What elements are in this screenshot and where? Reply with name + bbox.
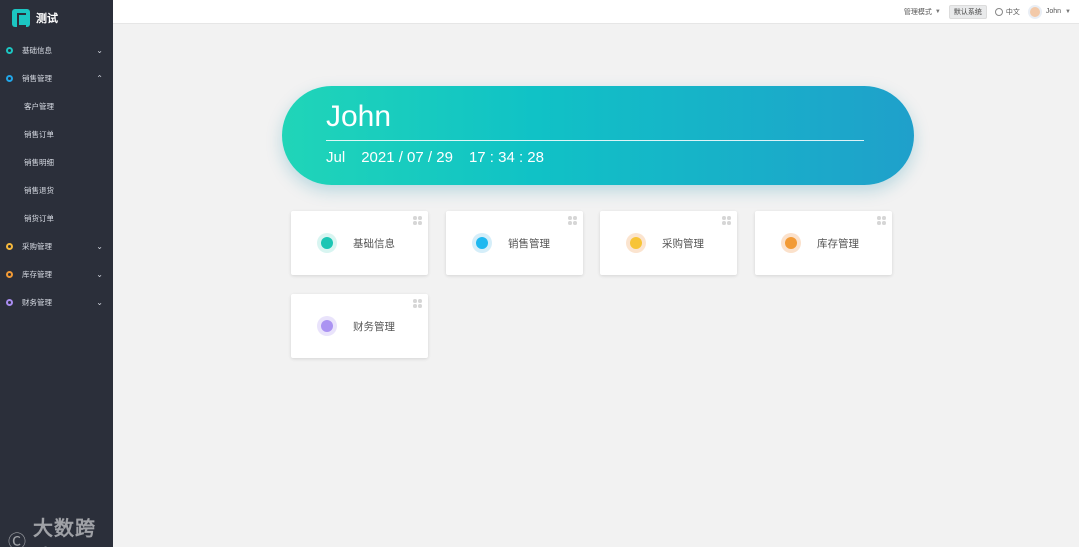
module-card-inventory[interactable]: 库存管理 xyxy=(755,211,892,275)
chevron-down-icon: ⌄ xyxy=(96,45,103,55)
sidebar: 测试 基础信息 ⌄ 销售管理 ⌃ 客户管理 销售订单 销售明细 销售退货 销货订… xyxy=(0,0,113,547)
chevron-down-icon: ⌄ xyxy=(96,297,103,307)
module-card-basic-info[interactable]: 基础信息 xyxy=(291,211,428,275)
user-menu[interactable]: John ▼ xyxy=(1027,4,1071,19)
circle-icon xyxy=(6,242,13,250)
chevron-down-icon: ⌄ xyxy=(96,269,103,279)
circle-icon xyxy=(6,46,13,54)
module-label: 基础信息 xyxy=(353,237,395,250)
sidebar-subitem-goods-orders[interactable]: 销货订单 xyxy=(0,204,113,232)
module-label: 财务管理 xyxy=(353,320,395,333)
module-card-finance[interactable]: 财务管理 xyxy=(291,294,428,358)
module-card-sales[interactable]: 销售管理 xyxy=(446,211,583,275)
sidebar-subitem-customers[interactable]: 客户管理 xyxy=(0,92,113,120)
user-name: John xyxy=(1045,8,1062,15)
circle-icon xyxy=(6,298,13,306)
module-label: 采购管理 xyxy=(662,237,704,250)
system-button[interactable]: 默认系统 xyxy=(948,4,987,19)
sidebar-subitem-sales-returns[interactable]: 销售退货 xyxy=(0,176,113,204)
drag-handle-icon[interactable] xyxy=(413,299,422,308)
caret-down-icon: ▼ xyxy=(934,8,941,15)
sidebar-menu: 基础信息 ⌄ 销售管理 ⌃ 客户管理 销售订单 销售明细 销售退货 销货订单 采… xyxy=(0,36,113,316)
brand[interactable]: 测试 xyxy=(0,0,113,36)
sidebar-item-purchasing[interactable]: 采购管理 ⌄ xyxy=(0,232,113,260)
app-name: 测试 xyxy=(36,13,58,25)
sidebar-item-sales[interactable]: 销售管理 ⌃ xyxy=(0,64,113,92)
sidebar-item-label: 基础信息 xyxy=(22,45,52,55)
circle-icon xyxy=(6,270,13,278)
divider xyxy=(326,140,864,141)
language-switch[interactable]: 中文 xyxy=(994,7,1020,17)
drag-handle-icon[interactable] xyxy=(722,216,731,225)
mode-label: 管理模式 xyxy=(903,8,932,16)
month-label: Jul xyxy=(326,149,346,166)
top-bar: 管理模式 ▼ 默认系统 中文 John ▼ xyxy=(113,0,1079,24)
welcome-user-name: John xyxy=(326,100,392,133)
module-dot-icon xyxy=(781,233,801,253)
caret-down-icon: ▼ xyxy=(1065,8,1071,15)
sidebar-item-label: 销售管理 xyxy=(22,73,52,83)
module-dot-icon xyxy=(626,233,646,253)
module-dot-icon xyxy=(317,316,337,336)
watermark-text: 大数跨境 xyxy=(33,518,96,540)
module-card-purchasing[interactable]: 采购管理 xyxy=(600,211,737,275)
sidebar-item-label: 采购管理 xyxy=(22,241,52,251)
drag-handle-icon[interactable] xyxy=(413,216,422,225)
drag-handle-icon[interactable] xyxy=(877,216,886,225)
sidebar-item-finance[interactable]: 财务管理 ⌄ xyxy=(0,288,113,316)
app-logo-icon xyxy=(12,9,30,27)
sidebar-item-inventory[interactable]: 库存管理 ⌄ xyxy=(0,260,113,288)
globe-icon xyxy=(994,7,1003,16)
module-label: 库存管理 xyxy=(817,237,859,250)
avatar xyxy=(1027,4,1042,19)
sidebar-subitem-sales-details[interactable]: 销售明细 xyxy=(0,148,113,176)
sidebar-subitem-sales-orders[interactable]: 销售订单 xyxy=(0,120,113,148)
language-label: 中文 xyxy=(1005,8,1020,16)
chevron-down-icon: ⌄ xyxy=(96,241,103,251)
date-label: 2021 / 07 / 29 xyxy=(361,149,453,166)
mode-dropdown[interactable]: 管理模式 ▼ xyxy=(904,7,941,17)
sidebar-item-label: 财务管理 xyxy=(22,297,52,307)
module-dot-icon xyxy=(472,233,492,253)
datetime-display: Jul 2021 / 07 / 29 17 : 34 : 28 xyxy=(326,149,544,166)
watermark-logo-icon: Ⓒ xyxy=(8,532,27,547)
module-label: 销售管理 xyxy=(508,237,550,250)
drag-handle-icon[interactable] xyxy=(568,216,577,225)
chevron-up-icon: ⌃ xyxy=(96,73,103,83)
time-label: 17 : 34 : 28 xyxy=(468,149,544,166)
sidebar-item-basic-info[interactable]: 基础信息 ⌄ xyxy=(0,36,113,64)
welcome-card: John Jul 2021 / 07 / 29 17 : 34 : 28 xyxy=(282,86,914,185)
module-dot-icon xyxy=(317,233,337,253)
sidebar-item-label: 库存管理 xyxy=(22,269,52,279)
watermark: Ⓒ 大数跨境 xyxy=(8,512,113,547)
circle-icon xyxy=(6,74,13,82)
